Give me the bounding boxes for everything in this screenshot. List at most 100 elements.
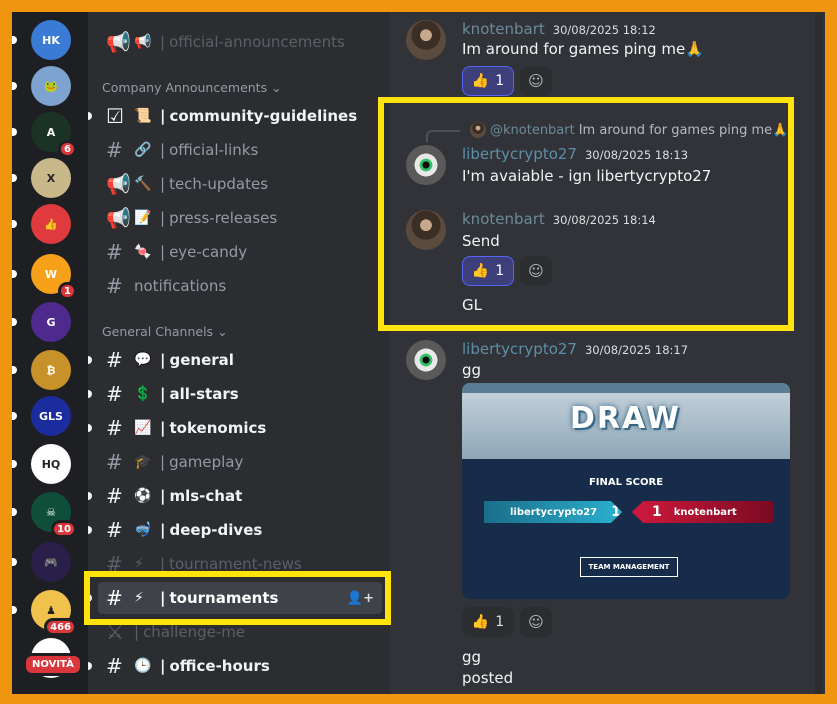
timestamp: 30/08/2025 18:14: [552, 213, 656, 227]
username[interactable]: libertycrypto27: [462, 340, 577, 358]
message-author[interactable]: knotenbart 30/08/2025 18:12: [462, 20, 656, 38]
server-icon[interactable]: HK: [31, 20, 71, 60]
username[interactable]: libertycrypto27: [462, 145, 577, 163]
server-glyph: W: [44, 267, 58, 281]
reply-avatar: [470, 122, 486, 138]
channel-tournaments[interactable]: # ⚡ | tournaments 👤+: [88, 582, 382, 614]
unread-pill: [12, 82, 17, 90]
channel-press-releases[interactable]: 📢 📝 | press-releases: [98, 202, 382, 234]
unread-indicator: [88, 112, 92, 120]
timestamp: 30/08/2025 18:17: [584, 343, 689, 357]
channel-general[interactable]: # 💬 | general: [88, 344, 382, 376]
hash-icon: #: [106, 484, 123, 508]
channel-label: notifications: [134, 277, 227, 295]
reaction-count: 1: [495, 614, 505, 630]
timestamp: 30/08/2025 18:12: [552, 23, 656, 37]
separator: |: [160, 385, 166, 403]
separator: |: [134, 623, 140, 641]
avatar[interactable]: [406, 145, 446, 185]
reply-username[interactable]: @knotenbart: [490, 123, 575, 138]
channel-emoji-icon: 🔨: [134, 176, 152, 192]
match-result-image[interactable]: DRAW FINAL SCORE libertycrypto27 1 1 kno…: [462, 383, 790, 599]
channel-emoji-icon: 📝: [134, 210, 152, 226]
reply-connector: [426, 130, 460, 142]
channel-community-guidelines[interactable]: ☑ 📜 | community-guidelines: [88, 100, 382, 132]
new-badge[interactable]: NOVITÀ: [23, 653, 83, 676]
channel-official-links[interactable]: # 🔗 | official-links: [98, 134, 382, 166]
server-icon[interactable]: 🎮: [31, 542, 71, 582]
server-glyph: HQ: [41, 457, 61, 471]
reply-preview[interactable]: @knotenbart Im around for games ping me🙏: [470, 122, 788, 138]
channel-eye-candy[interactable]: # 🍬 | eye-candy: [98, 236, 382, 268]
message-author[interactable]: knotenbart 30/08/2025 18:14: [462, 210, 656, 228]
channel-mls-chat[interactable]: # ⚽ | mls-chat: [88, 480, 382, 512]
channel-emoji-icon: 🎓: [134, 454, 152, 470]
add-reaction-button[interactable]: ☺: [520, 607, 552, 637]
username[interactable]: knotenbart: [462, 210, 545, 228]
channel-challenge-me[interactable]: ⚔ | challenge-me: [98, 616, 382, 648]
thumbs-up-icon: 👍: [471, 614, 490, 630]
server-icon[interactable]: ♟ 466: [31, 590, 77, 636]
server-icon[interactable]: W1: [31, 254, 77, 300]
channel-tokenomics[interactable]: # 📈 | tokenomics: [88, 412, 382, 444]
server-icon[interactable]: ☠ 10: [31, 492, 77, 538]
reaction-thumbs-up[interactable]: 👍 1: [462, 66, 514, 96]
channel-all-stars[interactable]: # 💲 | all-stars: [88, 378, 382, 410]
avatar[interactable]: [406, 210, 446, 250]
message-author[interactable]: libertycrypto27 30/08/2025 18:13: [462, 145, 688, 163]
channel-notifications[interactable]: # notifications: [98, 270, 382, 302]
channel-emoji-icon: 💬: [134, 352, 152, 368]
add-reaction-button[interactable]: ☺: [520, 66, 552, 96]
unread-pill: [12, 128, 17, 136]
server-glyph: 👍: [44, 217, 58, 231]
server-icon[interactable]: ₿: [31, 350, 71, 390]
server-icon[interactable]: G: [31, 302, 71, 342]
username[interactable]: knotenbart: [462, 20, 545, 38]
channel-gameplay[interactable]: # 🎓 | gameplay: [98, 446, 382, 478]
unread-pill: [12, 318, 17, 326]
reply-text: Im around for games ping me🙏: [578, 122, 789, 138]
channel-office-hours[interactable]: # 🕒 | office-hours: [88, 650, 382, 682]
scrollbar[interactable]: [815, 12, 823, 694]
server-glyph: ☠: [46, 505, 56, 519]
separator: |: [160, 589, 166, 607]
separator: |: [160, 243, 166, 261]
unread-pill: [12, 366, 17, 374]
channel-official-announcements[interactable]: 📢 📢 | official-announcements: [98, 26, 382, 58]
channel-label: community-guidelines: [169, 107, 358, 125]
megaphone-icon: 📢: [106, 206, 131, 230]
add-reaction-button[interactable]: ☺: [520, 256, 552, 286]
channel-deep-dives[interactable]: # 🤿 | deep-dives: [88, 514, 382, 546]
server-icon[interactable]: HQ: [31, 444, 71, 484]
server-icon[interactable]: 👍: [31, 204, 71, 244]
unread-pill: [12, 508, 17, 516]
channel-tech-updates[interactable]: 📢 🔨 | tech-updates: [98, 168, 382, 200]
separator: |: [160, 175, 166, 193]
emoji-icon: ☺: [528, 262, 544, 280]
channel-label: gameplay: [169, 453, 244, 471]
channel-label: general: [169, 351, 234, 369]
channel-category[interactable]: Company Announcements ⌄: [102, 80, 282, 95]
channel-category[interactable]: General Channels ⌄: [102, 324, 228, 339]
separator: |: [160, 555, 166, 573]
hash-icon: #: [106, 450, 123, 474]
server-icon[interactable]: A6: [31, 112, 77, 158]
channel-emoji-icon: 🔗: [134, 142, 152, 158]
server-icon[interactable]: GLS: [31, 396, 71, 436]
channel-tournament-news[interactable]: # ⚡ | tournament-news: [98, 548, 382, 580]
reaction-thumbs-up[interactable]: 👍 1: [462, 256, 514, 286]
reaction-thumbs-up[interactable]: 👍 1: [462, 607, 514, 637]
message-author[interactable]: libertycrypto27 30/08/2025 18:17: [462, 340, 688, 358]
hash-icon: #: [106, 240, 123, 264]
team-left-name: libertycrypto27: [510, 506, 598, 518]
server-icon[interactable]: X: [31, 158, 71, 198]
separator: |: [160, 141, 166, 159]
unread-indicator: [88, 356, 92, 364]
add-member-icon[interactable]: 👤+: [347, 591, 374, 606]
server-icon[interactable]: 🐸: [31, 66, 71, 106]
unread-pill: [12, 270, 17, 278]
separator: |: [160, 209, 166, 227]
avatar[interactable]: [406, 340, 446, 380]
hash-icon: #: [106, 552, 123, 576]
avatar[interactable]: [406, 20, 446, 60]
